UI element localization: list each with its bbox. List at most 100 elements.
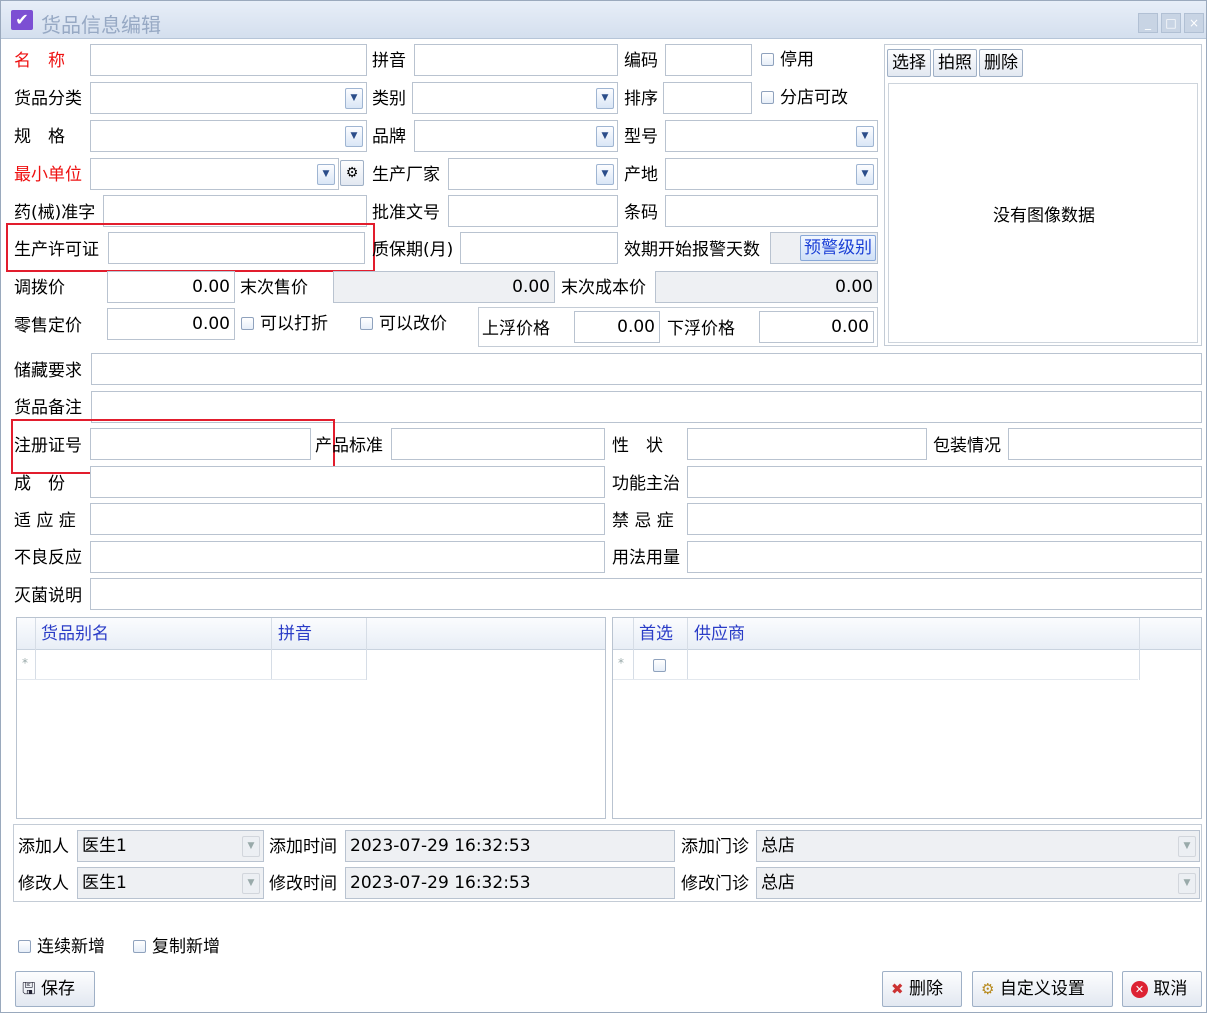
- spec-select[interactable]: ▼: [90, 120, 367, 152]
- goods-edit-window: ✔ 货品信息编辑 _ □ × 名 称 拼音 编码 停用 选择 拍照 删除 没有图…: [0, 0, 1207, 1013]
- chevron-down-icon[interactable]: ▼: [345, 88, 363, 109]
- save-button[interactable]: 🖫 保存: [15, 971, 95, 1007]
- code-input[interactable]: [665, 44, 752, 76]
- reg-no-input[interactable]: [90, 428, 311, 460]
- added-time-value: 2023-07-29 16:32:53: [350, 836, 531, 856]
- character-label: 性 状: [612, 436, 663, 456]
- discount-checkbox[interactable]: [241, 317, 254, 330]
- origin-select[interactable]: ▼: [665, 158, 878, 190]
- min-unit-select[interactable]: ▼: [90, 158, 339, 190]
- image-panel: 选择 拍照 删除 没有图像数据: [884, 44, 1202, 346]
- change-price-label: 可以改价: [379, 314, 447, 334]
- no-image-text: 没有图像数据: [993, 206, 1095, 226]
- modified-by-label: 修改人: [18, 874, 69, 894]
- shelf-life-input[interactable]: [460, 232, 618, 264]
- indication-input[interactable]: [90, 503, 605, 535]
- license-label: 生产许可证: [14, 240, 99, 260]
- barcode-input[interactable]: [665, 195, 878, 227]
- manufacturer-select[interactable]: ▼: [448, 158, 618, 190]
- retail-price-value: 0.00: [192, 314, 230, 334]
- chevron-down-icon[interactable]: ▼: [596, 126, 614, 147]
- kind-select[interactable]: ▼: [412, 82, 618, 114]
- pinyin-input[interactable]: [414, 44, 618, 76]
- gear-icon[interactable]: ⚙: [340, 160, 364, 186]
- continuous-add-checkbox[interactable]: [18, 940, 31, 953]
- brand-select[interactable]: ▼: [414, 120, 618, 152]
- chevron-down-icon[interactable]: ▼: [596, 88, 614, 109]
- change-price-checkbox[interactable]: [360, 317, 373, 330]
- delete-image-button[interactable]: 删除: [979, 49, 1023, 77]
- usage-input[interactable]: [687, 541, 1202, 573]
- adverse-input[interactable]: [90, 541, 605, 573]
- transfer-price-value: 0.00: [192, 277, 230, 297]
- chevron-down-icon: ▼: [242, 836, 260, 857]
- alias-new-row[interactable]: *: [17, 650, 366, 680]
- category-select[interactable]: ▼: [90, 82, 367, 114]
- supplier-grid[interactable]: 首选 供应商 *: [612, 617, 1202, 819]
- select-image-button[interactable]: 选择: [887, 49, 931, 77]
- continuous-add-label: 连续新增: [37, 937, 105, 957]
- warn-level-button[interactable]: 预警级别: [800, 235, 876, 261]
- storage-input[interactable]: [91, 353, 1202, 385]
- usage-label: 用法用量: [612, 548, 680, 568]
- name-label: 名 称: [14, 51, 65, 71]
- product-std-input[interactable]: [391, 428, 605, 460]
- upper-price-input[interactable]: 0.00: [574, 311, 660, 343]
- chevron-down-icon[interactable]: ▼: [345, 126, 363, 147]
- added-time-input: 2023-07-29 16:32:53: [345, 830, 675, 862]
- chevron-down-icon[interactable]: ▼: [317, 164, 335, 185]
- spec-label: 规 格: [14, 127, 65, 147]
- branch-editable-checkbox[interactable]: [761, 91, 774, 104]
- close-button[interactable]: ×: [1184, 13, 1204, 33]
- chevron-down-icon: ▼: [1178, 873, 1196, 894]
- supplier-col-preferred[interactable]: 首选: [639, 624, 673, 644]
- license-input[interactable]: [108, 232, 365, 264]
- retail-price-input[interactable]: 0.00: [107, 308, 235, 340]
- approval-char-label: 药(械)准字: [14, 203, 96, 223]
- warn-days-input[interactable]: 预警级别: [770, 232, 878, 264]
- chevron-down-icon[interactable]: ▼: [856, 126, 874, 147]
- copy-add-checkbox[interactable]: [133, 940, 146, 953]
- sort-input[interactable]: [663, 82, 752, 114]
- settings-doc-icon: ⚙: [981, 980, 995, 998]
- alias-col-pinyin[interactable]: 拼音: [278, 624, 312, 644]
- last-sale-label: 末次售价: [240, 278, 308, 298]
- ingredients-input[interactable]: [90, 466, 605, 498]
- lower-price-input[interactable]: 0.00: [759, 311, 874, 343]
- remark-label: 货品备注: [14, 398, 82, 418]
- delete-button[interactable]: ✖ 删除: [882, 971, 962, 1007]
- contra-input[interactable]: [687, 503, 1202, 535]
- package-input[interactable]: [1008, 428, 1202, 460]
- grid-separator: [1139, 618, 1140, 680]
- photo-button[interactable]: 拍照: [933, 49, 977, 77]
- chevron-down-icon[interactable]: ▼: [596, 164, 614, 185]
- alias-grid[interactable]: 货品别名 拼音 *: [16, 617, 606, 819]
- approval-no-input[interactable]: [448, 195, 618, 227]
- app-check-icon: ✔: [11, 10, 33, 30]
- name-input[interactable]: [90, 44, 367, 76]
- sterilize-input[interactable]: [90, 578, 1202, 610]
- supplier-new-row[interactable]: *: [613, 650, 1138, 680]
- model-select[interactable]: ▼: [665, 120, 878, 152]
- added-by-select: 医生1 ▼: [77, 830, 264, 862]
- maximize-button[interactable]: □: [1161, 13, 1181, 33]
- origin-label: 产地: [624, 165, 658, 185]
- preferred-checkbox[interactable]: [653, 659, 666, 672]
- upper-price-value: 0.00: [617, 317, 655, 337]
- custom-settings-button[interactable]: ⚙ 自定义设置: [972, 971, 1113, 1007]
- kind-label: 类别: [372, 89, 406, 109]
- chevron-down-icon[interactable]: ▼: [856, 164, 874, 185]
- added-by-label: 添加人: [18, 837, 69, 857]
- supplier-col-name[interactable]: 供应商: [694, 624, 745, 644]
- lower-price-label: 下浮价格: [667, 319, 735, 339]
- min-unit-label: 最小单位: [14, 165, 82, 185]
- transfer-price-input[interactable]: 0.00: [107, 271, 235, 303]
- function-input[interactable]: [687, 466, 1202, 498]
- minimize-button[interactable]: _: [1138, 13, 1158, 33]
- cancel-button[interactable]: ✕ 取消: [1122, 971, 1202, 1007]
- character-input[interactable]: [687, 428, 927, 460]
- alias-col-name[interactable]: 货品别名: [41, 624, 109, 644]
- disabled-checkbox[interactable]: [761, 53, 774, 66]
- title-bar: ✔ 货品信息编辑 _ □ ×: [1, 1, 1206, 39]
- added-clinic-label: 添加门诊: [681, 837, 749, 857]
